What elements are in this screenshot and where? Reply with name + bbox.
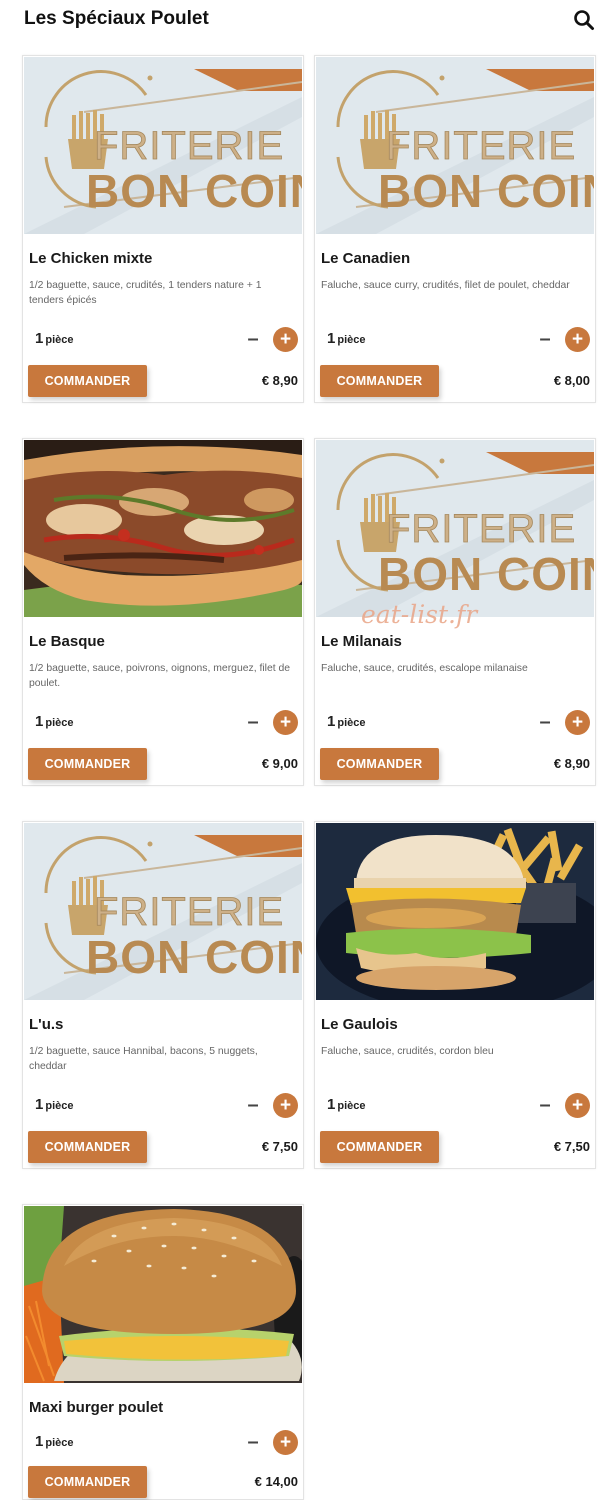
product-name: Le Gaulois	[321, 1016, 398, 1033]
order-button[interactable]: COMMANDER	[320, 1131, 439, 1163]
order-button[interactable]: COMMANDER	[28, 1466, 147, 1498]
product-price: € 9,00	[261, 756, 298, 771]
page-title: Les Spéciaux Poulet	[24, 8, 209, 29]
quantity-display: 1 pièce	[35, 713, 74, 730]
product-price: € 8,90	[553, 756, 590, 771]
increase-quantity-button[interactable]: +	[565, 327, 590, 352]
product-price: € 7,50	[553, 1139, 590, 1154]
decrease-quantity-button[interactable]: –	[537, 1095, 553, 1115]
increase-quantity-button[interactable]: +	[273, 1093, 298, 1118]
product-price: € 14,00	[254, 1474, 298, 1489]
product-image	[316, 57, 594, 234]
increase-quantity-button[interactable]: +	[273, 710, 298, 735]
product-description: 1/2 baguette, sauce, crudités, 1 tenders…	[29, 280, 262, 306]
product-description: 1/2 baguette, sauce, poivrons, oignons, …	[29, 663, 291, 689]
quantity-display: 1 pièce	[327, 1096, 366, 1113]
product-image	[24, 1206, 302, 1383]
increase-quantity-button[interactable]: +	[273, 1430, 298, 1455]
quantity-display: 1 pièce	[35, 1096, 74, 1113]
quantity-display: 1 pièce	[327, 713, 366, 730]
product-price: € 7,50	[261, 1139, 298, 1154]
product-name: L'u.s	[29, 1016, 64, 1033]
product-name: Le Chicken mixte	[29, 250, 153, 267]
decrease-quantity-button[interactable]: –	[245, 329, 261, 349]
decrease-quantity-button[interactable]: –	[537, 712, 553, 732]
product-price: € 8,90	[261, 373, 298, 388]
decrease-quantity-button[interactable]: –	[245, 1095, 261, 1115]
decrease-quantity-button[interactable]: –	[245, 712, 261, 732]
watermark: eat-list.fr	[361, 600, 478, 629]
order-button[interactable]: COMMANDER	[320, 365, 439, 397]
product-image	[24, 823, 302, 1000]
product-description: Faluche, sauce curry, crudités, filet de…	[321, 280, 570, 291]
decrease-quantity-button[interactable]: –	[245, 1432, 261, 1452]
product-description: Faluche, sauce, crudités, cordon bleu	[321, 1046, 494, 1057]
product-card: Maxi burger poulet 1 pièce – + COMMANDER …	[22, 1204, 304, 1500]
product-image	[316, 823, 594, 1000]
product-description: Faluche, sauce, crudités, escalope milan…	[321, 663, 528, 674]
decrease-quantity-button[interactable]: –	[537, 329, 553, 349]
product-card: Le Canadien Faluche, sauce curry, crudit…	[314, 55, 596, 403]
search-icon[interactable]	[572, 8, 596, 32]
increase-quantity-button[interactable]: +	[565, 1093, 590, 1118]
product-price: € 8,00	[553, 373, 590, 388]
quantity-display: 1 pièce	[35, 1433, 74, 1450]
order-button[interactable]: COMMANDER	[28, 1131, 147, 1163]
product-image	[316, 440, 594, 617]
order-button[interactable]: COMMANDER	[28, 748, 147, 780]
increase-quantity-button[interactable]: +	[273, 327, 298, 352]
product-name: Le Canadien	[321, 250, 411, 267]
product-image	[24, 57, 302, 234]
order-button[interactable]: COMMANDER	[320, 748, 439, 780]
product-card: L'u.s 1/2 baguette, sauce Hannibal, baco…	[22, 821, 304, 1169]
page-header: Les Spéciaux Poulet	[0, 0, 608, 40]
product-name: Le Basque	[29, 633, 105, 650]
product-name: Maxi burger poulet	[29, 1399, 164, 1416]
product-description: 1/2 baguette, sauce Hannibal, bacons, 5 …	[29, 1046, 258, 1072]
quantity-display: 1 pièce	[35, 330, 74, 347]
increase-quantity-button[interactable]: +	[565, 710, 590, 735]
product-card: Le Basque 1/2 baguette, sauce, poivrons,…	[22, 438, 304, 786]
product-card: Le Gaulois Faluche, sauce, crudités, cor…	[314, 821, 596, 1169]
product-name: Le Milanais	[321, 633, 402, 650]
order-button[interactable]: COMMANDER	[28, 365, 147, 397]
product-card: Le Chicken mixte 1/2 baguette, sauce, cr…	[22, 55, 304, 403]
product-image	[24, 440, 302, 617]
quantity-display: 1 pièce	[327, 330, 366, 347]
